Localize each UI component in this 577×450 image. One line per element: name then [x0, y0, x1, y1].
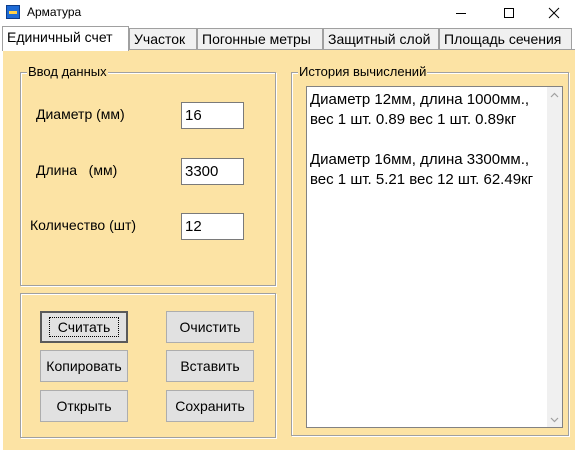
history-group-title: История вычислений — [298, 64, 428, 80]
tab-linear-meters[interactable]: Погонные метры — [197, 28, 323, 50]
history-group: История вычислений Диаметр 12мм, длина 1… — [291, 64, 569, 436]
app-icon — [6, 5, 20, 19]
calculate-button[interactable]: Считать — [40, 311, 128, 343]
close-icon — [548, 7, 560, 19]
maximize-icon — [504, 8, 514, 18]
buttons-group: Считать Очистить Копировать Вставить Отк… — [20, 293, 276, 438]
calculate-button-label: Считать — [48, 317, 120, 337]
history-scrollbar[interactable] — [547, 87, 562, 427]
scroll-down-button[interactable] — [547, 412, 562, 427]
input-group: Ввод данных Диаметр (мм) 16 Длина (мм) 3… — [20, 64, 276, 286]
length-field[interactable]: 3300 — [181, 158, 244, 185]
paste-button[interactable]: Вставить — [166, 350, 254, 382]
title-bar: Арматура — [0, 0, 577, 26]
copy-button[interactable]: Копировать — [40, 350, 128, 382]
chevron-up-icon — [550, 92, 559, 97]
tab-protective-layer[interactable]: Защитный слой — [323, 28, 439, 50]
save-button[interactable]: Сохранить — [166, 390, 254, 422]
scroll-up-button[interactable] — [547, 87, 562, 102]
maximize-button[interactable] — [486, 0, 532, 26]
diameter-field[interactable]: 16 — [181, 102, 244, 129]
quantity-field[interactable]: 12 — [181, 213, 244, 240]
tab-strip: Единичный счет Участок Погонные метры За… — [0, 26, 577, 51]
quantity-label: Количество (шт) — [30, 217, 137, 233]
tab-cross-section-area[interactable]: Площадь сечения — [439, 28, 572, 50]
tab-panel: Ввод данных Диаметр (мм) 16 Длина (мм) 3… — [3, 49, 575, 450]
window-title: Арматура — [27, 5, 82, 19]
diameter-label: Диаметр (мм) — [36, 106, 125, 122]
chevron-down-icon — [550, 417, 559, 422]
input-group-title: Ввод данных — [27, 64, 108, 80]
history-entry: Диаметр 12мм, длина 1000мм., вес 1 шт. 0… — [310, 91, 530, 128]
history-text: Диаметр 12мм, длина 1000мм., вес 1 шт. 0… — [310, 90, 540, 210]
minimize-button[interactable] — [438, 0, 484, 26]
tab-section[interactable]: Участок — [129, 28, 197, 50]
close-button[interactable] — [531, 0, 577, 26]
length-label: Длина (мм) — [36, 162, 118, 178]
clear-button[interactable]: Очистить — [166, 311, 254, 343]
open-button[interactable]: Открыть — [40, 390, 128, 422]
history-textarea[interactable]: Диаметр 12мм, длина 1000мм., вес 1 шт. 0… — [306, 86, 563, 428]
history-entry: Диаметр 16мм, длина 3300мм., вес 1 шт. 5… — [310, 151, 534, 188]
tab-single-calculation[interactable]: Единичный счет — [2, 26, 129, 51]
minimize-icon — [456, 13, 466, 14]
